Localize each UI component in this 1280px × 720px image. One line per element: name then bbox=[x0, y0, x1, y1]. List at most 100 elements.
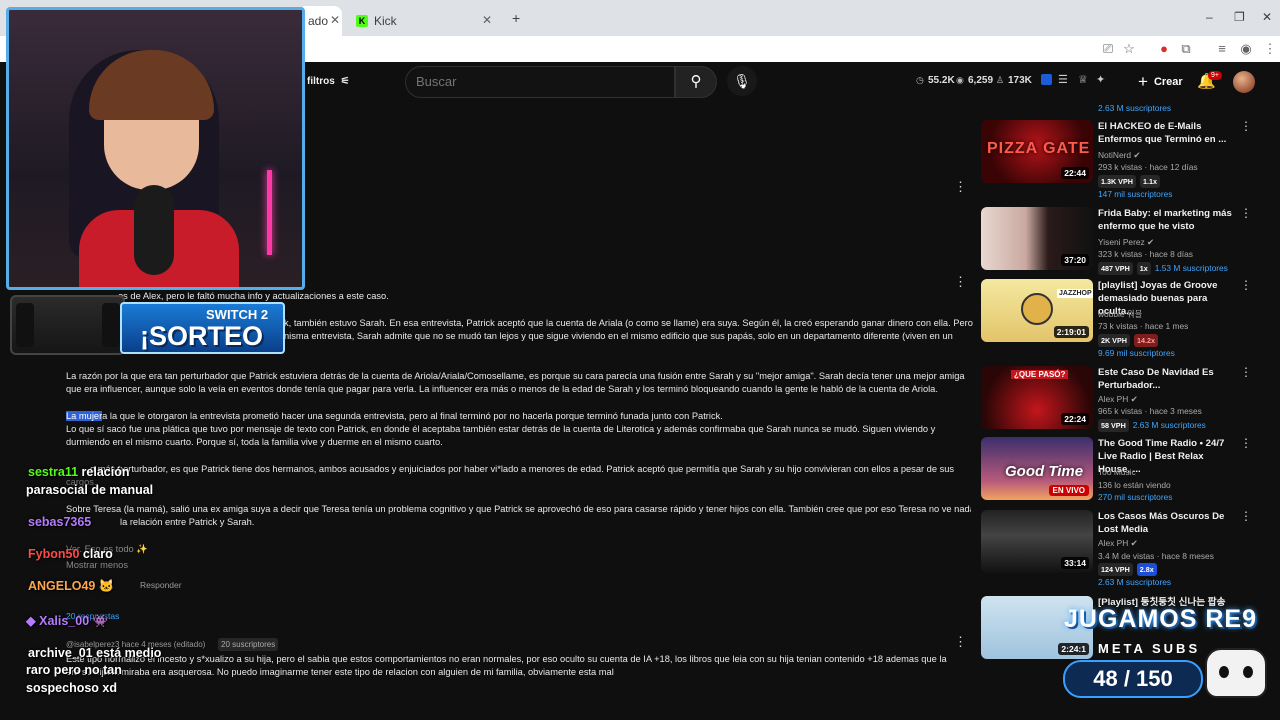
video-stats: 3.4 M de vistas · hace 8 meses bbox=[1098, 551, 1214, 561]
thumbnail-text: Good Time bbox=[1005, 463, 1084, 480]
channel-name[interactable]: Alex PH ✔ bbox=[1098, 538, 1138, 549]
comment-text-line: era su hija la miraba era asquerosa. No … bbox=[66, 667, 614, 677]
microphone bbox=[134, 185, 174, 275]
close-window-button[interactable]: ✕ bbox=[1262, 10, 1272, 24]
filters-label: filtros bbox=[307, 76, 335, 87]
tab-close-icon[interactable]: ✕ bbox=[330, 13, 340, 27]
recommended-video[interactable]: JAZZHOP 2:19:01 [playlist] Joyas de Groo… bbox=[981, 279, 1252, 359]
chat-message: sebas7365 bbox=[28, 515, 92, 529]
verified-icon: ✔ bbox=[1133, 150, 1141, 160]
stat-subscribers: 173K bbox=[1008, 75, 1032, 86]
recommended-video[interactable]: 33:14 Los Casos Más Oscuros De Lost Medi… bbox=[981, 510, 1252, 590]
microphone-icon: 🎙 bbox=[733, 73, 751, 89]
video-thumbnail[interactable]: 33:14 bbox=[981, 510, 1093, 573]
stat-watch-time: 55.2K bbox=[928, 75, 955, 86]
person-icon: ♙ bbox=[996, 75, 1005, 85]
comment-menu-icon[interactable]: ⋮ bbox=[954, 180, 967, 193]
switch-console-image bbox=[10, 295, 125, 355]
chat-message: parasocial de manual bbox=[26, 483, 154, 497]
video-duration: 2:24:1 bbox=[1058, 643, 1089, 655]
channel-name[interactable]: NotiNerd ✔ bbox=[1098, 150, 1140, 161]
video-title[interactable]: El HACKEO de E-Mails Enfermos que Termin… bbox=[1098, 120, 1238, 146]
chat-message: Fybon50 claro bbox=[28, 547, 113, 561]
tab-kick[interactable]: K Kick ✕ bbox=[346, 6, 502, 36]
recommended-video[interactable]: 37:20 Frida Baby: el marketing más enfer… bbox=[981, 207, 1252, 287]
neon-light bbox=[267, 170, 272, 255]
verified-icon: ✔ bbox=[1130, 538, 1138, 548]
minimize-button[interactable]: – bbox=[1206, 10, 1213, 24]
emote-icon: 👾 bbox=[92, 614, 109, 628]
comment-text-line: La razón por la que era tan perturbador … bbox=[66, 371, 965, 381]
sorteo-subtitle: SWITCH 2 bbox=[206, 307, 269, 322]
video-thumbnail[interactable]: PIZZA GATE 22:44 bbox=[981, 120, 1093, 183]
comment-text-line: k, también estuvo Sarah. En esa entrevis… bbox=[284, 318, 973, 328]
filter-sliders-icon: ⚟ bbox=[340, 76, 350, 87]
comment-text-line: Lo que sí sacó fue una plática que tuvo … bbox=[66, 424, 936, 434]
video-menu-icon[interactable]: ⋮ bbox=[1240, 366, 1252, 378]
channel-name[interactable]: Alex PH ✔ bbox=[1098, 394, 1138, 405]
trophy-icon[interactable]: ♕ bbox=[1078, 73, 1088, 86]
reply-button[interactable]: Responder bbox=[140, 579, 182, 592]
chat-message: sestra11 relación bbox=[28, 465, 130, 479]
video-title[interactable]: Frida Baby: el marketing más enfermo que… bbox=[1098, 207, 1238, 233]
media-controls-icon[interactable]: ≡ bbox=[1214, 41, 1230, 57]
video-thumbnail[interactable]: 37:20 bbox=[981, 207, 1093, 270]
comment-text-rest: a la que le otorgaron la entrevista prom… bbox=[102, 411, 723, 421]
filters-button[interactable]: filtros ⚟ bbox=[307, 76, 350, 87]
cast-icon[interactable]: ⎚ bbox=[1100, 41, 1116, 57]
bookmark-star-icon[interactable]: ☆ bbox=[1121, 41, 1137, 57]
channel-name[interactable]: Too Music bbox=[1098, 467, 1136, 478]
tab-close-icon[interactable]: ✕ bbox=[482, 13, 492, 27]
video-menu-icon[interactable]: ⋮ bbox=[1240, 437, 1252, 449]
maximize-button[interactable]: ❐ bbox=[1234, 10, 1245, 24]
stat-views: 6,259 bbox=[968, 75, 994, 86]
plus-icon: + bbox=[1138, 72, 1148, 91]
search-input[interactable] bbox=[416, 74, 656, 89]
video-menu-icon[interactable]: ⋮ bbox=[1240, 279, 1252, 291]
search-box bbox=[405, 66, 675, 98]
thumbnail-text: JAZZHOP bbox=[1057, 289, 1093, 298]
comment-author-subs-badge: 20 suscriptores bbox=[218, 638, 279, 651]
recommended-video[interactable]: ¿QUE PASÓ? 22:24 Este Caso De Navidad Es… bbox=[981, 366, 1252, 432]
vph-row: 124 VPH 2.8x bbox=[1098, 563, 1161, 576]
new-tab-button[interactable]: + bbox=[512, 10, 520, 26]
chat-message: raro pero no tan bbox=[26, 663, 122, 677]
video-thumbnail[interactable]: ¿QUE PASÓ? 22:24 bbox=[981, 366, 1093, 429]
search-button[interactable]: ⚲ bbox=[675, 66, 717, 98]
video-thumbnail[interactable]: Good Time EN VIVO bbox=[981, 437, 1093, 500]
video-duration: 22:24 bbox=[1061, 413, 1089, 425]
extension-red-icon[interactable]: ● bbox=[1156, 41, 1172, 57]
sparkle-icon[interactable]: ✦ bbox=[1096, 73, 1105, 86]
extension-blue-icon[interactable] bbox=[1041, 74, 1052, 85]
browser-menu-icon[interactable]: ⋮ bbox=[1262, 41, 1278, 57]
streamer-webcam bbox=[6, 7, 305, 290]
comment-text-line: la relación entre Patrick y Sarah. bbox=[120, 517, 255, 527]
create-button[interactable]: + Crear bbox=[1130, 68, 1191, 96]
chat-message: archive_01 está medio bbox=[28, 646, 162, 660]
channel-name[interactable]: Yiseni Perez ✔ bbox=[1098, 237, 1154, 248]
extensions-puzzle-icon[interactable]: ⧉ bbox=[1178, 41, 1194, 57]
recommended-video[interactable]: PIZZA GATE 22:44 El HACKEO de E-Mails En… bbox=[981, 120, 1252, 200]
video-menu-icon[interactable]: ⋮ bbox=[1240, 120, 1252, 132]
voice-search-button[interactable]: 🎙 bbox=[727, 66, 757, 96]
video-menu-icon[interactable]: ⋮ bbox=[1240, 207, 1252, 219]
recommended-video[interactable]: Good Time EN VIVO The Good Time Radio • … bbox=[981, 437, 1252, 507]
profile-icon[interactable]: ◉ bbox=[1238, 41, 1254, 57]
thumbnail-text: PIZZA GATE bbox=[987, 140, 1091, 157]
video-title[interactable]: Este Caso De Navidad Es Perturbador... bbox=[1098, 366, 1238, 392]
video-thumbnail[interactable]: JAZZHOP 2:19:01 bbox=[981, 279, 1093, 342]
comment-text-line: Este tipo normalizo el incesto y s*xuali… bbox=[66, 654, 947, 664]
comment-menu-icon[interactable]: ⋮ bbox=[954, 275, 967, 288]
comment-menu-icon[interactable]: ⋮ bbox=[954, 635, 967, 648]
video-menu-icon[interactable]: ⋮ bbox=[1240, 510, 1252, 522]
account-avatar[interactable] bbox=[1233, 71, 1255, 93]
badge-icon: ◆ bbox=[26, 614, 36, 628]
verified-icon: ✔ bbox=[1147, 237, 1155, 247]
channel-name[interactable]: wobble 워블 bbox=[1098, 309, 1142, 320]
video-duration: 37:20 bbox=[1061, 254, 1089, 266]
jugamos-overlay-title: JUGAMOS RE9 bbox=[1064, 605, 1257, 633]
list-icon[interactable]: ☰ bbox=[1058, 73, 1068, 86]
chat-message: ANGELO49 🐱 bbox=[28, 579, 115, 593]
video-duration: 2:19:01 bbox=[1053, 326, 1089, 338]
video-title[interactable]: Los Casos Más Oscuros De Lost Media bbox=[1098, 510, 1238, 536]
